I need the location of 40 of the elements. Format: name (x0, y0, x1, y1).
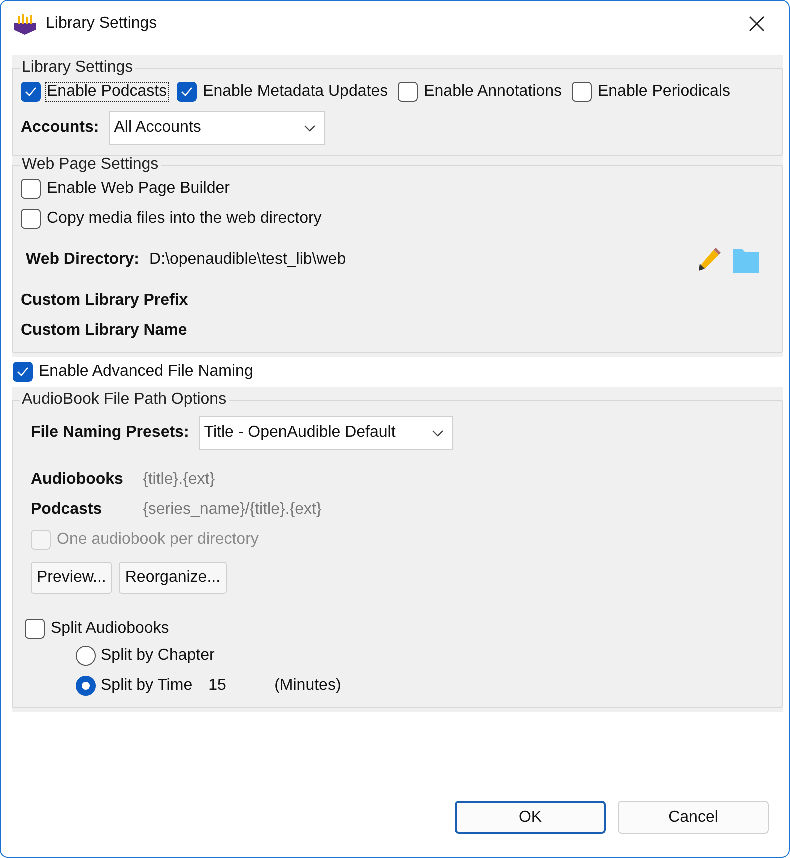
group-title: Library Settings (21, 59, 134, 77)
checkbox[interactable]: Enable Annotations (398, 82, 563, 102)
time-value: 15 (208, 677, 228, 695)
dialog-button[interactable]: OK (455, 801, 606, 834)
web-directory-label: Web Directory: (26, 251, 140, 269)
chevron-down-icon (304, 124, 316, 132)
checkbox[interactable]: Enable Podcasts (21, 82, 168, 102)
group-title: Web Page Settings (21, 156, 160, 174)
group-title: AudioBook File Path Options (21, 391, 228, 409)
pencil-icon[interactable] (696, 247, 722, 273)
checkmark-icon (17, 367, 29, 377)
checkbox[interactable]: Enable Advanced File Naming (13, 362, 254, 382)
unit-label: (Minutes) (274, 677, 342, 695)
custom-field-label: Custom Library Name (21, 322, 188, 340)
action-button[interactable]: Preview... (31, 562, 112, 594)
radio-button[interactable]: Split by Time (76, 676, 193, 696)
chevron-down-icon (432, 430, 444, 436)
action-button[interactable]: Reorganize... (119, 562, 227, 594)
checkmark-icon (181, 87, 194, 97)
accounts-dropdown[interactable]: All Accounts (109, 111, 326, 145)
checkbox[interactable]: Split Audiobooks (25, 619, 170, 639)
app-logo-icon (13, 13, 37, 35)
accounts-label: Accounts: (21, 119, 100, 137)
checkbox[interactable]: Enable Periodicals (572, 82, 732, 102)
close-icon (749, 16, 765, 32)
pattern-label: Audiobooks (31, 471, 124, 489)
pattern-value: {title}.{ext} (143, 471, 216, 489)
radio-button[interactable]: Split by Chapter (76, 646, 215, 666)
pattern-label: Podcasts (31, 501, 102, 519)
presets-dropdown[interactable]: Title - OpenAudible Default (199, 416, 454, 450)
web-directory-path: D:\openaudible\test_lib\web (150, 251, 348, 269)
checkbox[interactable]: Copy media files into the web directory (21, 209, 323, 229)
checkbox[interactable]: Enable Web Page Builder (21, 179, 231, 199)
dialog-button[interactable]: Cancel (618, 801, 769, 834)
custom-field-label: Custom Library Prefix (21, 292, 188, 310)
window-title: Library Settings (46, 15, 158, 33)
checkmark-icon (25, 87, 37, 97)
presets-label: File Naming Presets: (31, 424, 190, 442)
pattern-value: {series_name}/{title}.{ext} (143, 501, 322, 519)
checkbox[interactable]: Enable Metadata Updates (177, 82, 390, 102)
